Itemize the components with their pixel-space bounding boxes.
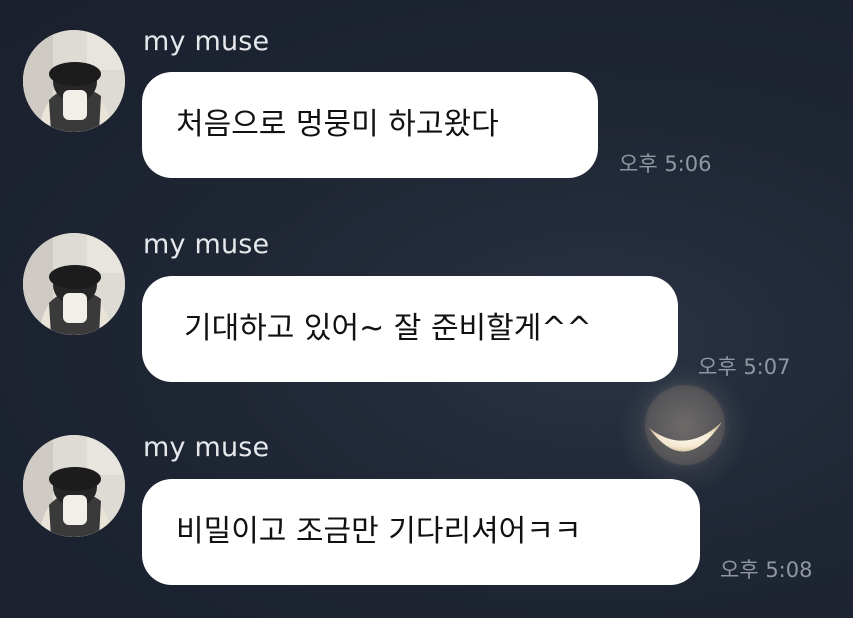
message-bubble[interactable]: 처음으로 멍뭉미 하고왔다 xyxy=(142,72,598,178)
avatar[interactable] xyxy=(23,30,125,132)
message-timestamp: 오후 5:08 xyxy=(720,558,813,582)
profile-photo-icon xyxy=(23,435,125,537)
chat-background: my muse 처음으로 멍뭉미 하고왔다 오후 5:06 my muse 기대… xyxy=(0,0,853,618)
avatar[interactable] xyxy=(23,233,125,335)
message-text: 비밀이고 조금만 기다리셔어ㅋㅋ xyxy=(176,514,582,549)
avatar[interactable] xyxy=(23,435,125,537)
message-timestamp: 오후 5:07 xyxy=(698,355,791,379)
message-text: 처음으로 멍뭉미 하고왔다 xyxy=(176,107,499,142)
sender-name: my muse xyxy=(143,432,270,463)
profile-photo-icon xyxy=(23,233,125,335)
message-bubble[interactable]: 비밀이고 조금만 기다리셔어ㅋㅋ xyxy=(142,479,700,585)
message-text: 기대하고 있어~ 잘 준비할게^^ xyxy=(184,311,592,346)
crescent-moon-icon xyxy=(640,380,730,470)
message-bubble[interactable]: 기대하고 있어~ 잘 준비할게^^ xyxy=(142,276,678,382)
sender-name: my muse xyxy=(143,229,270,260)
profile-photo-icon xyxy=(23,30,125,132)
sender-name: my muse xyxy=(143,26,270,57)
message-timestamp: 오후 5:06 xyxy=(619,152,712,176)
